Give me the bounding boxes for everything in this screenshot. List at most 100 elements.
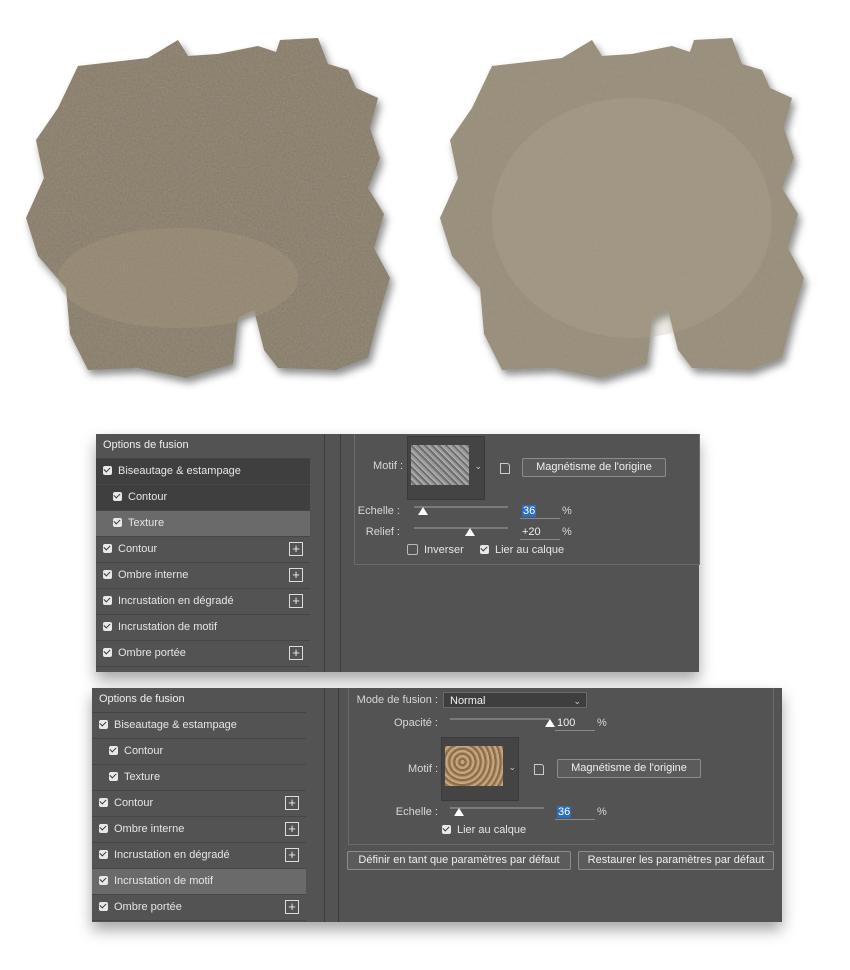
scale-input[interactable]: 36 bbox=[520, 504, 560, 519]
checkbox-icon[interactable] bbox=[99, 849, 108, 859]
sidebar-item-bevel-emboss[interactable]: Biseautage & estampage bbox=[92, 713, 306, 739]
opacity-input[interactable]: 100 bbox=[555, 716, 595, 731]
pattern-thumbnail[interactable] bbox=[411, 445, 469, 485]
checkbox-icon[interactable] bbox=[103, 465, 112, 475]
checkbox-icon[interactable] bbox=[103, 647, 112, 657]
new-preset-icon[interactable] bbox=[534, 764, 544, 775]
pattern-picker[interactable]: ⌄ bbox=[441, 737, 519, 801]
relief-input[interactable]: +20 bbox=[520, 525, 560, 540]
link-with-layer-checkbox[interactable]: Lier au calque bbox=[442, 824, 526, 836]
checkbox-icon[interactable] bbox=[109, 745, 118, 755]
restore-defaults-button[interactable]: Restaurer les paramètres par défaut bbox=[578, 851, 774, 870]
checkbox-icon[interactable] bbox=[103, 543, 112, 553]
add-icon[interactable]: + bbox=[289, 594, 303, 608]
checkbox-icon[interactable] bbox=[99, 719, 108, 729]
checkbox-icon[interactable] bbox=[103, 621, 112, 631]
chevron-down-icon[interactable]: ⌄ bbox=[508, 762, 516, 773]
sidebar-title[interactable]: Options de fusion bbox=[96, 434, 310, 459]
sidebar-item-pattern-overlay[interactable]: Incrustation de motif bbox=[92, 869, 306, 895]
sidebar-item-label: Incrustation en dégradé bbox=[114, 849, 230, 861]
sidebar-item-label: Biseautage & estampage bbox=[118, 465, 241, 477]
relief-slider-handle[interactable] bbox=[465, 528, 476, 536]
checkbox-icon[interactable] bbox=[103, 569, 112, 579]
sidebar-item-label: Incrustation en dégradé bbox=[118, 595, 234, 607]
divider bbox=[324, 688, 325, 922]
divider bbox=[324, 434, 325, 672]
sidebar-item-drop-shadow[interactable]: Ombre portée + bbox=[92, 895, 306, 921]
sidebar-item-drop-shadow[interactable]: Ombre portée + bbox=[96, 641, 310, 667]
sidebar-item-label: Contour bbox=[124, 745, 164, 757]
link-with-layer-checkbox[interactable]: Lier au calque bbox=[480, 544, 564, 556]
sidebar-item-bevel-emboss[interactable]: Biseautage & estampage bbox=[96, 459, 310, 485]
checkbox-icon[interactable] bbox=[442, 824, 451, 834]
add-icon[interactable]: + bbox=[289, 646, 303, 660]
sidebar-item-stroke[interactable]: Contour + bbox=[92, 791, 306, 817]
invert-label: Inverser bbox=[424, 544, 464, 556]
divider bbox=[340, 434, 341, 672]
sidebar-item-stroke[interactable]: Contour + bbox=[96, 537, 310, 563]
scale-slider-handle[interactable] bbox=[418, 507, 429, 515]
new-preset-icon[interactable] bbox=[500, 463, 510, 474]
checkbox-icon[interactable] bbox=[99, 797, 108, 807]
invert-checkbox[interactable]: Inverser bbox=[407, 543, 464, 556]
sidebar-item-inner-shadow[interactable]: Ombre interne + bbox=[96, 563, 310, 589]
add-icon[interactable]: + bbox=[285, 796, 299, 810]
link-with-layer-label: Lier au calque bbox=[457, 824, 527, 836]
checkbox-icon[interactable] bbox=[113, 517, 122, 527]
sidebar-item-texture[interactable]: Texture bbox=[96, 511, 310, 537]
add-icon[interactable]: + bbox=[285, 848, 299, 862]
sidebar-item-label: Ombre portée bbox=[114, 901, 182, 913]
checkbox-icon[interactable] bbox=[113, 491, 122, 501]
opacity-unit: % bbox=[597, 717, 607, 729]
relief-label: Relief : bbox=[365, 526, 400, 538]
opacity-label: Opacité : bbox=[393, 717, 438, 729]
divider bbox=[338, 688, 339, 922]
checkbox-icon[interactable] bbox=[407, 543, 418, 555]
sidebar-item-gradient-overlay[interactable]: Incrustation en dégradé + bbox=[96, 589, 310, 615]
sidebar-item-contour-sub[interactable]: Contour bbox=[92, 739, 306, 765]
checkbox-icon[interactable] bbox=[99, 901, 108, 911]
sidebar-title[interactable]: Options de fusion bbox=[92, 688, 306, 713]
sidebar-item-label: Contour bbox=[118, 543, 158, 555]
chevron-down-icon[interactable]: ⌄ bbox=[474, 461, 482, 472]
opacity-slider[interactable] bbox=[450, 718, 550, 720]
opacity-slider-handle[interactable] bbox=[545, 719, 555, 727]
scale-input[interactable]: 36 bbox=[555, 805, 595, 820]
sidebar-item-pattern-overlay[interactable]: Incrustation de motif bbox=[96, 615, 310, 641]
checkbox-icon[interactable] bbox=[480, 544, 489, 554]
blend-mode-value: Normal bbox=[450, 695, 486, 707]
sidebar-item-texture[interactable]: Texture bbox=[92, 765, 306, 791]
add-icon[interactable]: + bbox=[285, 900, 299, 914]
sidebar-item-label: Texture bbox=[124, 771, 161, 783]
sidebar-item-gradient-overlay[interactable]: Incrustation en dégradé + bbox=[92, 843, 306, 869]
sidebar-item-label: Incrustation de motif bbox=[118, 621, 218, 633]
sidebar-item-inner-shadow[interactable]: Ombre interne + bbox=[92, 817, 306, 843]
sidebar-item-contour-sub[interactable]: Contour bbox=[96, 485, 310, 511]
checkbox-icon[interactable] bbox=[99, 875, 108, 885]
pattern-thumbnail[interactable] bbox=[445, 746, 503, 786]
sidebar-item-label: Contour bbox=[114, 797, 154, 809]
checkbox-icon[interactable] bbox=[109, 771, 118, 781]
add-icon[interactable]: + bbox=[289, 568, 303, 582]
scale-slider-handle[interactable] bbox=[454, 808, 465, 816]
relief-slider[interactable] bbox=[414, 527, 508, 529]
link-with-layer-label: Lier au calque bbox=[495, 544, 565, 556]
layer-style-dialog-texture: Options de fusion Biseautage & estampage… bbox=[96, 434, 700, 672]
styles-sidebar: Options de fusion Biseautage & estampage… bbox=[96, 434, 310, 672]
sidebar-item-label: Biseautage & estampage bbox=[114, 719, 237, 731]
add-icon[interactable]: + bbox=[289, 542, 303, 556]
checkbox-icon[interactable] bbox=[103, 595, 112, 605]
pattern-picker[interactable]: ⌄ bbox=[407, 436, 485, 500]
sidebar-item-label: Texture bbox=[128, 517, 165, 529]
blend-mode-label: Mode de fusion : bbox=[356, 694, 438, 706]
blend-mode-select[interactable]: Normal ⌄ bbox=[443, 692, 587, 708]
sidebar-item-label: Ombre portée bbox=[118, 647, 186, 659]
set-as-default-button[interactable]: Définir en tant que paramètres par défau… bbox=[347, 851, 571, 870]
checkbox-icon[interactable] bbox=[99, 823, 108, 833]
snap-to-origin-button[interactable]: Magnétisme de l'origine bbox=[557, 759, 701, 778]
stone-preview-before bbox=[18, 18, 418, 393]
snap-to-origin-button[interactable]: Magnétisme de l'origine bbox=[522, 458, 666, 477]
chevron-down-icon: ⌄ bbox=[573, 696, 581, 706]
add-icon[interactable]: + bbox=[285, 822, 299, 836]
sidebar-item-label: Incrustation de motif bbox=[114, 875, 214, 887]
